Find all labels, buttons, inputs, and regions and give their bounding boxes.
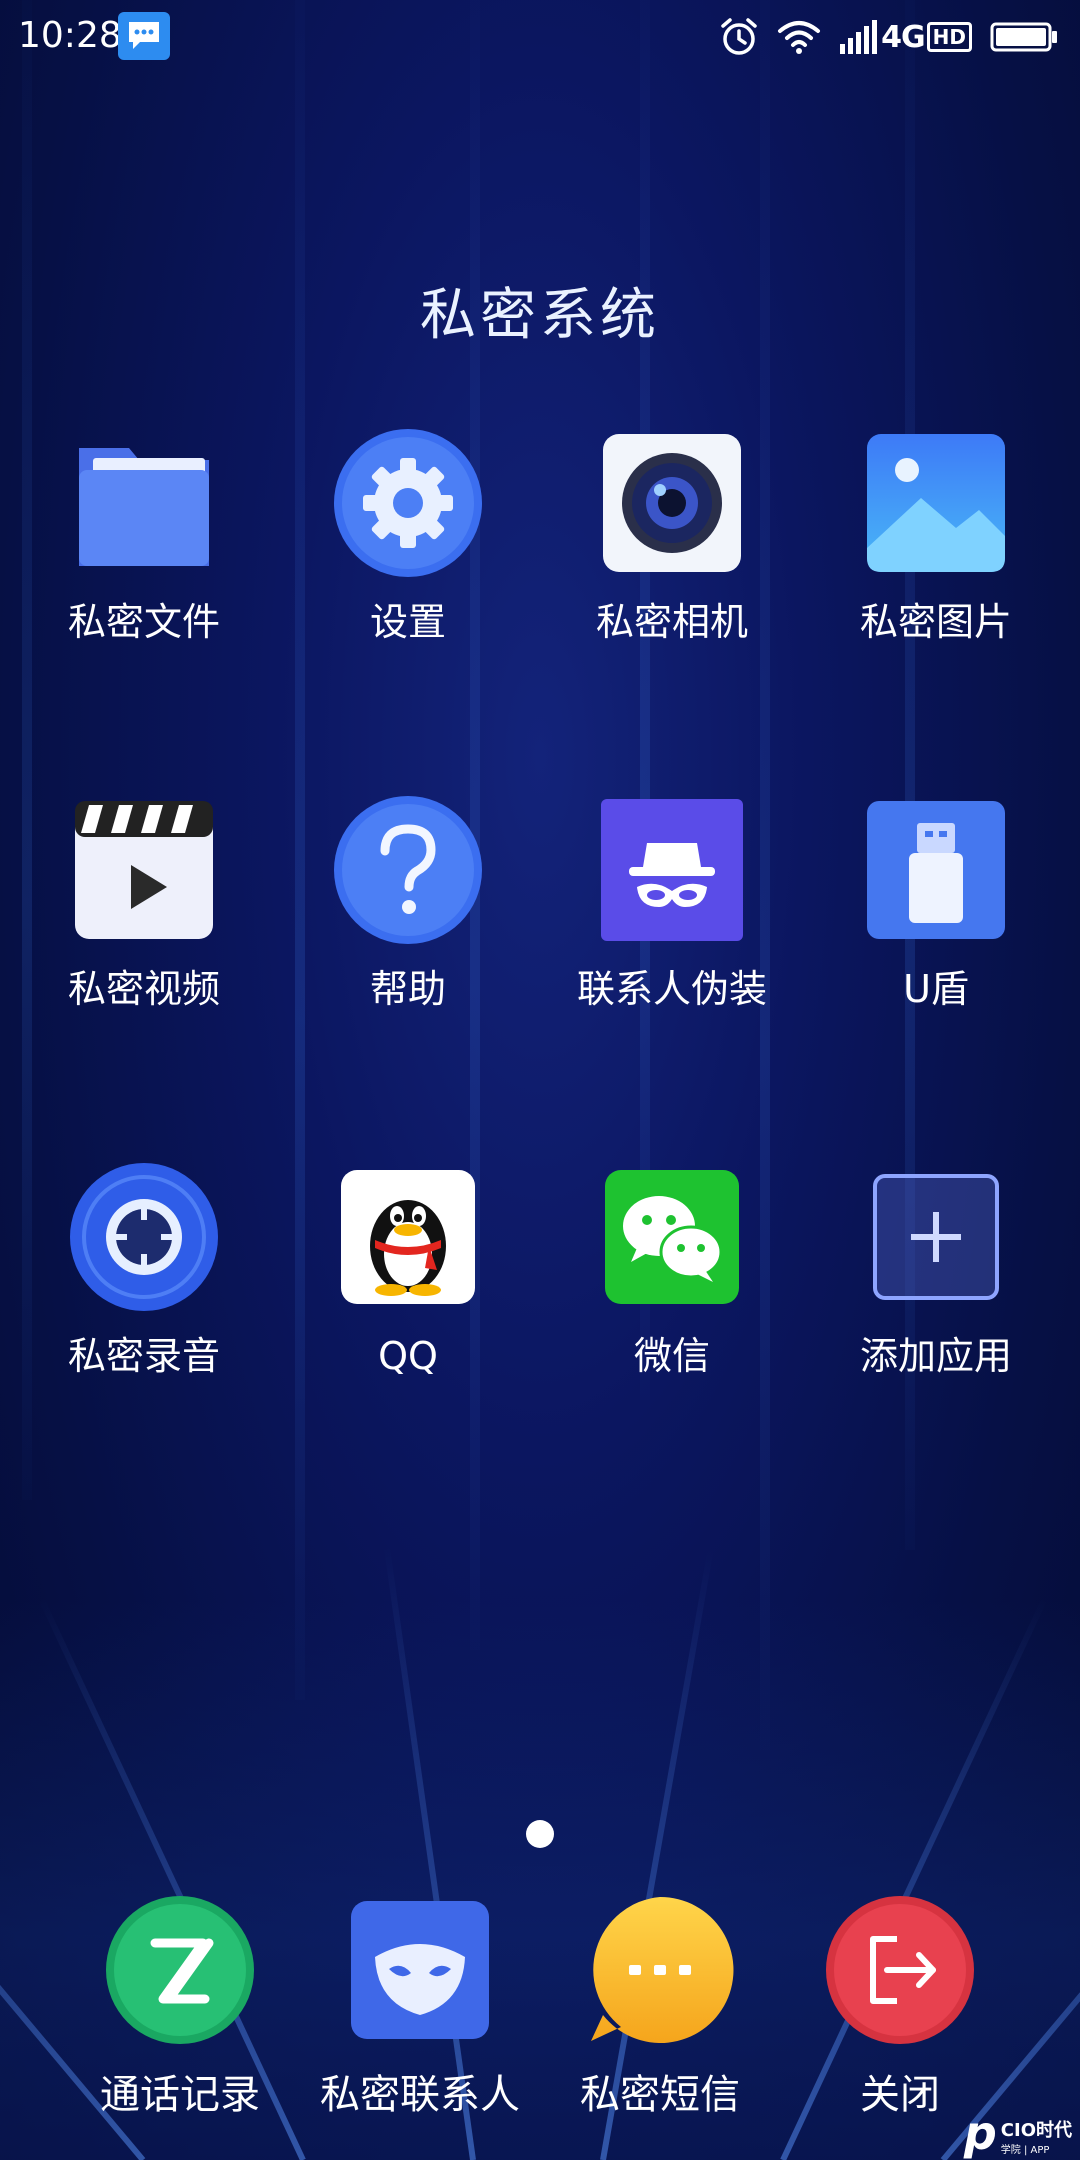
app-label: U盾 (903, 967, 969, 1011)
app-label: 帮助 (369, 967, 446, 1011)
hd-badge: HD (926, 22, 972, 52)
dock-private-contacts[interactable]: 私密联系人 (290, 1895, 550, 2119)
app-private-files[interactable]: 私密文件 (24, 428, 264, 644)
call-log-icon (105, 1895, 255, 2045)
status-bar: 10:28 4G HD (0, 0, 1080, 80)
mask-icon (345, 1895, 495, 2045)
exit-icon (825, 1895, 975, 2045)
alarm-icon (721, 18, 757, 55)
app-label: QQ (378, 1334, 438, 1378)
folder-title: 私密系统 (420, 283, 660, 348)
incognito-icon (597, 795, 747, 945)
dock-label: 私密联系人 (320, 2072, 520, 2118)
app-contact-disguise[interactable]: 联系人伪装 (552, 795, 792, 1011)
app-label: 设置 (369, 600, 446, 644)
video-icon (69, 795, 219, 945)
app-wechat[interactable]: 微信 (552, 1162, 792, 1378)
app-label: 私密文件 (67, 600, 220, 644)
folder-icon (69, 428, 219, 578)
watermark-brand: CIO时代 (1000, 2120, 1072, 2141)
app-label: 私密视频 (67, 967, 220, 1011)
app-label: 添加应用 (859, 1334, 1012, 1378)
app-u-shield[interactable]: U盾 (816, 795, 1056, 1011)
app-add-application[interactable]: 添加应用 (816, 1162, 1056, 1378)
app-settings[interactable]: 设置 (288, 428, 528, 644)
dock-private-sms[interactable]: 私密短信 (530, 1895, 790, 2119)
app-qq[interactable]: QQ (288, 1162, 528, 1378)
dock-call-log[interactable]: 通话记录 (50, 1895, 310, 2119)
wechat-icon (597, 1162, 747, 1312)
app-private-camera[interactable]: 私密相机 (552, 428, 792, 644)
battery-icon (990, 22, 1057, 52)
dock-label: 通话记录 (100, 2072, 260, 2118)
watermark-sub: 学院 | APP (1000, 2145, 1050, 2156)
help-icon (333, 795, 483, 945)
dock-close[interactable]: 关闭 (770, 1895, 1030, 2119)
status-time: 10:28 (18, 15, 122, 56)
wifi-icon (778, 21, 821, 54)
camera-icon (597, 428, 747, 578)
app-help[interactable]: 帮助 (288, 795, 528, 1011)
app-private-recorder[interactable]: 私密录音 (24, 1162, 264, 1378)
page-indicator-dot (526, 1820, 554, 1848)
sms-bubble-icon (585, 1895, 735, 2045)
app-label: 私密相机 (595, 600, 748, 644)
gear-icon (333, 428, 483, 578)
signal-icon (840, 20, 878, 54)
message-notification-icon (118, 12, 170, 60)
qq-penguin-icon (333, 1162, 483, 1312)
app-private-video[interactable]: 私密视频 (24, 795, 264, 1011)
app-label: 私密图片 (859, 600, 1012, 644)
usb-icon (861, 795, 1011, 945)
app-label: 微信 (633, 1334, 710, 1378)
watermark-logo: p CIO时代 学院 | APP (964, 2110, 1072, 2156)
watermark-mark: p (963, 2106, 997, 2160)
picture-icon (861, 428, 1011, 578)
network-type: 4G (881, 19, 925, 55)
add-icon (861, 1162, 1011, 1312)
app-label: 私密录音 (67, 1334, 220, 1378)
dock-label: 私密短信 (580, 2072, 740, 2118)
app-private-pictures[interactable]: 私密图片 (816, 428, 1056, 644)
app-label: 联系人伪装 (576, 967, 767, 1011)
recorder-icon (69, 1162, 219, 1312)
